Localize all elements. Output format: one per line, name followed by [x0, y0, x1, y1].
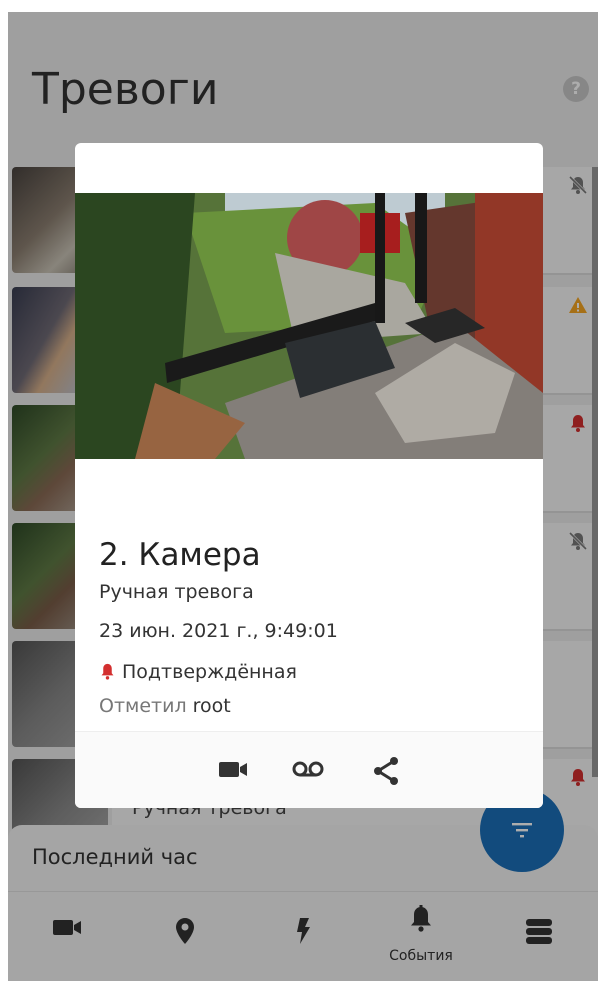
voicemail-button[interactable] — [287, 752, 327, 788]
app-screen: Тревоги ? Ручная тревога Последний час С… — [8, 12, 598, 981]
voicemail-icon — [292, 761, 324, 777]
acknowledged-by-user: root — [192, 695, 231, 717]
acknowledged-by-prefix: Отметил — [99, 695, 187, 717]
alarm-bell-icon — [101, 663, 114, 680]
dialog-actions — [75, 731, 543, 808]
alarm-datetime: 23 июн. 2021 г., 9:49:01 — [99, 620, 338, 642]
alarm-type: Ручная тревога — [99, 581, 254, 603]
acknowledged-by: Отметил root — [99, 695, 231, 717]
alarm-state-label: Подтверждённая — [122, 661, 297, 683]
alarm-state: Подтверждённая — [99, 661, 297, 683]
porch-camera-image — [75, 193, 543, 459]
alarm-detail-dialog: 2. Камера Ручная тревога 23 июн. 2021 г.… — [75, 143, 543, 808]
share-icon — [374, 757, 398, 785]
camera-snapshot[interactable] — [75, 193, 543, 459]
open-video-button[interactable] — [213, 752, 253, 788]
camera-title: 2. Камера — [99, 537, 261, 573]
share-button[interactable] — [367, 752, 407, 788]
video-camera-icon — [219, 762, 247, 777]
